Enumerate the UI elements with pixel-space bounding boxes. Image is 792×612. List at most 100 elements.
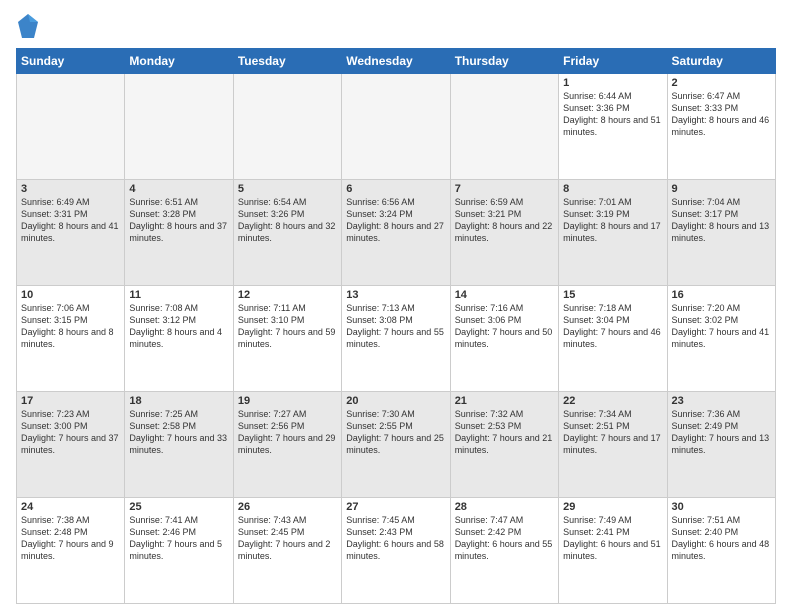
day-info: Sunrise: 7:36 AM Sunset: 2:49 PM Dayligh… bbox=[672, 408, 771, 457]
day-number: 17 bbox=[21, 395, 120, 407]
calendar-cell: 23Sunrise: 7:36 AM Sunset: 2:49 PM Dayli… bbox=[667, 392, 775, 498]
calendar-cell: 14Sunrise: 7:16 AM Sunset: 3:06 PM Dayli… bbox=[450, 286, 558, 392]
day-number: 6 bbox=[346, 183, 445, 195]
day-info: Sunrise: 6:59 AM Sunset: 3:21 PM Dayligh… bbox=[455, 196, 554, 245]
calendar-cell: 6Sunrise: 6:56 AM Sunset: 3:24 PM Daylig… bbox=[342, 180, 450, 286]
day-number: 7 bbox=[455, 183, 554, 195]
calendar-table: SundayMondayTuesdayWednesdayThursdayFrid… bbox=[16, 48, 776, 604]
day-number: 10 bbox=[21, 289, 120, 301]
day-number: 30 bbox=[672, 501, 771, 513]
calendar-cell bbox=[125, 74, 233, 180]
day-info: Sunrise: 7:49 AM Sunset: 2:41 PM Dayligh… bbox=[563, 514, 662, 563]
day-info: Sunrise: 7:04 AM Sunset: 3:17 PM Dayligh… bbox=[672, 196, 771, 245]
day-info: Sunrise: 7:41 AM Sunset: 2:46 PM Dayligh… bbox=[129, 514, 228, 563]
weekday-header-monday: Monday bbox=[125, 49, 233, 74]
day-info: Sunrise: 7:45 AM Sunset: 2:43 PM Dayligh… bbox=[346, 514, 445, 563]
calendar-cell: 19Sunrise: 7:27 AM Sunset: 2:56 PM Dayli… bbox=[233, 392, 341, 498]
day-number: 4 bbox=[129, 183, 228, 195]
day-number: 26 bbox=[238, 501, 337, 513]
day-number: 15 bbox=[563, 289, 662, 301]
day-number: 8 bbox=[563, 183, 662, 195]
day-info: Sunrise: 7:30 AM Sunset: 2:55 PM Dayligh… bbox=[346, 408, 445, 457]
day-number: 11 bbox=[129, 289, 228, 301]
day-info: Sunrise: 7:51 AM Sunset: 2:40 PM Dayligh… bbox=[672, 514, 771, 563]
day-info: Sunrise: 6:47 AM Sunset: 3:33 PM Dayligh… bbox=[672, 90, 771, 139]
day-number: 20 bbox=[346, 395, 445, 407]
calendar-cell: 26Sunrise: 7:43 AM Sunset: 2:45 PM Dayli… bbox=[233, 498, 341, 604]
calendar-cell: 12Sunrise: 7:11 AM Sunset: 3:10 PM Dayli… bbox=[233, 286, 341, 392]
day-info: Sunrise: 7:43 AM Sunset: 2:45 PM Dayligh… bbox=[238, 514, 337, 563]
calendar-cell: 27Sunrise: 7:45 AM Sunset: 2:43 PM Dayli… bbox=[342, 498, 450, 604]
calendar-week-row: 1Sunrise: 6:44 AM Sunset: 3:36 PM Daylig… bbox=[17, 74, 776, 180]
page: SundayMondayTuesdayWednesdayThursdayFrid… bbox=[0, 0, 792, 612]
day-info: Sunrise: 6:44 AM Sunset: 3:36 PM Dayligh… bbox=[563, 90, 662, 139]
calendar-cell: 9Sunrise: 7:04 AM Sunset: 3:17 PM Daylig… bbox=[667, 180, 775, 286]
calendar-cell: 5Sunrise: 6:54 AM Sunset: 3:26 PM Daylig… bbox=[233, 180, 341, 286]
day-info: Sunrise: 7:16 AM Sunset: 3:06 PM Dayligh… bbox=[455, 302, 554, 351]
calendar-cell: 7Sunrise: 6:59 AM Sunset: 3:21 PM Daylig… bbox=[450, 180, 558, 286]
calendar-cell: 13Sunrise: 7:13 AM Sunset: 3:08 PM Dayli… bbox=[342, 286, 450, 392]
weekday-header-row: SundayMondayTuesdayWednesdayThursdayFrid… bbox=[17, 49, 776, 74]
calendar-cell: 30Sunrise: 7:51 AM Sunset: 2:40 PM Dayli… bbox=[667, 498, 775, 604]
day-number: 12 bbox=[238, 289, 337, 301]
day-number: 28 bbox=[455, 501, 554, 513]
weekday-header-friday: Friday bbox=[559, 49, 667, 74]
day-info: Sunrise: 7:20 AM Sunset: 3:02 PM Dayligh… bbox=[672, 302, 771, 351]
day-info: Sunrise: 7:13 AM Sunset: 3:08 PM Dayligh… bbox=[346, 302, 445, 351]
day-number: 21 bbox=[455, 395, 554, 407]
day-info: Sunrise: 7:06 AM Sunset: 3:15 PM Dayligh… bbox=[21, 302, 120, 351]
calendar-cell: 10Sunrise: 7:06 AM Sunset: 3:15 PM Dayli… bbox=[17, 286, 125, 392]
day-number: 25 bbox=[129, 501, 228, 513]
weekday-header-sunday: Sunday bbox=[17, 49, 125, 74]
calendar-cell bbox=[450, 74, 558, 180]
day-info: Sunrise: 6:51 AM Sunset: 3:28 PM Dayligh… bbox=[129, 196, 228, 245]
day-number: 18 bbox=[129, 395, 228, 407]
day-info: Sunrise: 7:08 AM Sunset: 3:12 PM Dayligh… bbox=[129, 302, 228, 351]
calendar-week-row: 10Sunrise: 7:06 AM Sunset: 3:15 PM Dayli… bbox=[17, 286, 776, 392]
day-number: 2 bbox=[672, 77, 771, 89]
day-info: Sunrise: 7:32 AM Sunset: 2:53 PM Dayligh… bbox=[455, 408, 554, 457]
calendar-cell bbox=[233, 74, 341, 180]
day-number: 22 bbox=[563, 395, 662, 407]
day-info: Sunrise: 7:34 AM Sunset: 2:51 PM Dayligh… bbox=[563, 408, 662, 457]
day-number: 16 bbox=[672, 289, 771, 301]
day-number: 24 bbox=[21, 501, 120, 513]
calendar-cell: 1Sunrise: 6:44 AM Sunset: 3:36 PM Daylig… bbox=[559, 74, 667, 180]
logo bbox=[16, 12, 44, 40]
calendar-cell: 28Sunrise: 7:47 AM Sunset: 2:42 PM Dayli… bbox=[450, 498, 558, 604]
weekday-header-saturday: Saturday bbox=[667, 49, 775, 74]
calendar-week-row: 3Sunrise: 6:49 AM Sunset: 3:31 PM Daylig… bbox=[17, 180, 776, 286]
weekday-header-tuesday: Tuesday bbox=[233, 49, 341, 74]
calendar-cell: 11Sunrise: 7:08 AM Sunset: 3:12 PM Dayli… bbox=[125, 286, 233, 392]
weekday-header-wednesday: Wednesday bbox=[342, 49, 450, 74]
day-number: 23 bbox=[672, 395, 771, 407]
logo-icon bbox=[16, 12, 40, 40]
day-info: Sunrise: 7:18 AM Sunset: 3:04 PM Dayligh… bbox=[563, 302, 662, 351]
calendar-cell: 3Sunrise: 6:49 AM Sunset: 3:31 PM Daylig… bbox=[17, 180, 125, 286]
day-info: Sunrise: 7:38 AM Sunset: 2:48 PM Dayligh… bbox=[21, 514, 120, 563]
calendar-cell: 2Sunrise: 6:47 AM Sunset: 3:33 PM Daylig… bbox=[667, 74, 775, 180]
day-info: Sunrise: 6:56 AM Sunset: 3:24 PM Dayligh… bbox=[346, 196, 445, 245]
calendar-cell: 20Sunrise: 7:30 AM Sunset: 2:55 PM Dayli… bbox=[342, 392, 450, 498]
day-info: Sunrise: 7:11 AM Sunset: 3:10 PM Dayligh… bbox=[238, 302, 337, 351]
calendar-cell: 18Sunrise: 7:25 AM Sunset: 2:58 PM Dayli… bbox=[125, 392, 233, 498]
calendar-cell: 15Sunrise: 7:18 AM Sunset: 3:04 PM Dayli… bbox=[559, 286, 667, 392]
day-number: 3 bbox=[21, 183, 120, 195]
day-number: 5 bbox=[238, 183, 337, 195]
day-number: 13 bbox=[346, 289, 445, 301]
calendar-cell: 25Sunrise: 7:41 AM Sunset: 2:46 PM Dayli… bbox=[125, 498, 233, 604]
calendar-week-row: 24Sunrise: 7:38 AM Sunset: 2:48 PM Dayli… bbox=[17, 498, 776, 604]
day-info: Sunrise: 6:54 AM Sunset: 3:26 PM Dayligh… bbox=[238, 196, 337, 245]
day-info: Sunrise: 7:23 AM Sunset: 3:00 PM Dayligh… bbox=[21, 408, 120, 457]
weekday-header-thursday: Thursday bbox=[450, 49, 558, 74]
day-number: 27 bbox=[346, 501, 445, 513]
day-number: 1 bbox=[563, 77, 662, 89]
day-info: Sunrise: 7:25 AM Sunset: 2:58 PM Dayligh… bbox=[129, 408, 228, 457]
day-number: 14 bbox=[455, 289, 554, 301]
calendar-cell: 21Sunrise: 7:32 AM Sunset: 2:53 PM Dayli… bbox=[450, 392, 558, 498]
calendar-cell bbox=[342, 74, 450, 180]
day-info: Sunrise: 7:01 AM Sunset: 3:19 PM Dayligh… bbox=[563, 196, 662, 245]
calendar-week-row: 17Sunrise: 7:23 AM Sunset: 3:00 PM Dayli… bbox=[17, 392, 776, 498]
day-number: 19 bbox=[238, 395, 337, 407]
day-number: 29 bbox=[563, 501, 662, 513]
